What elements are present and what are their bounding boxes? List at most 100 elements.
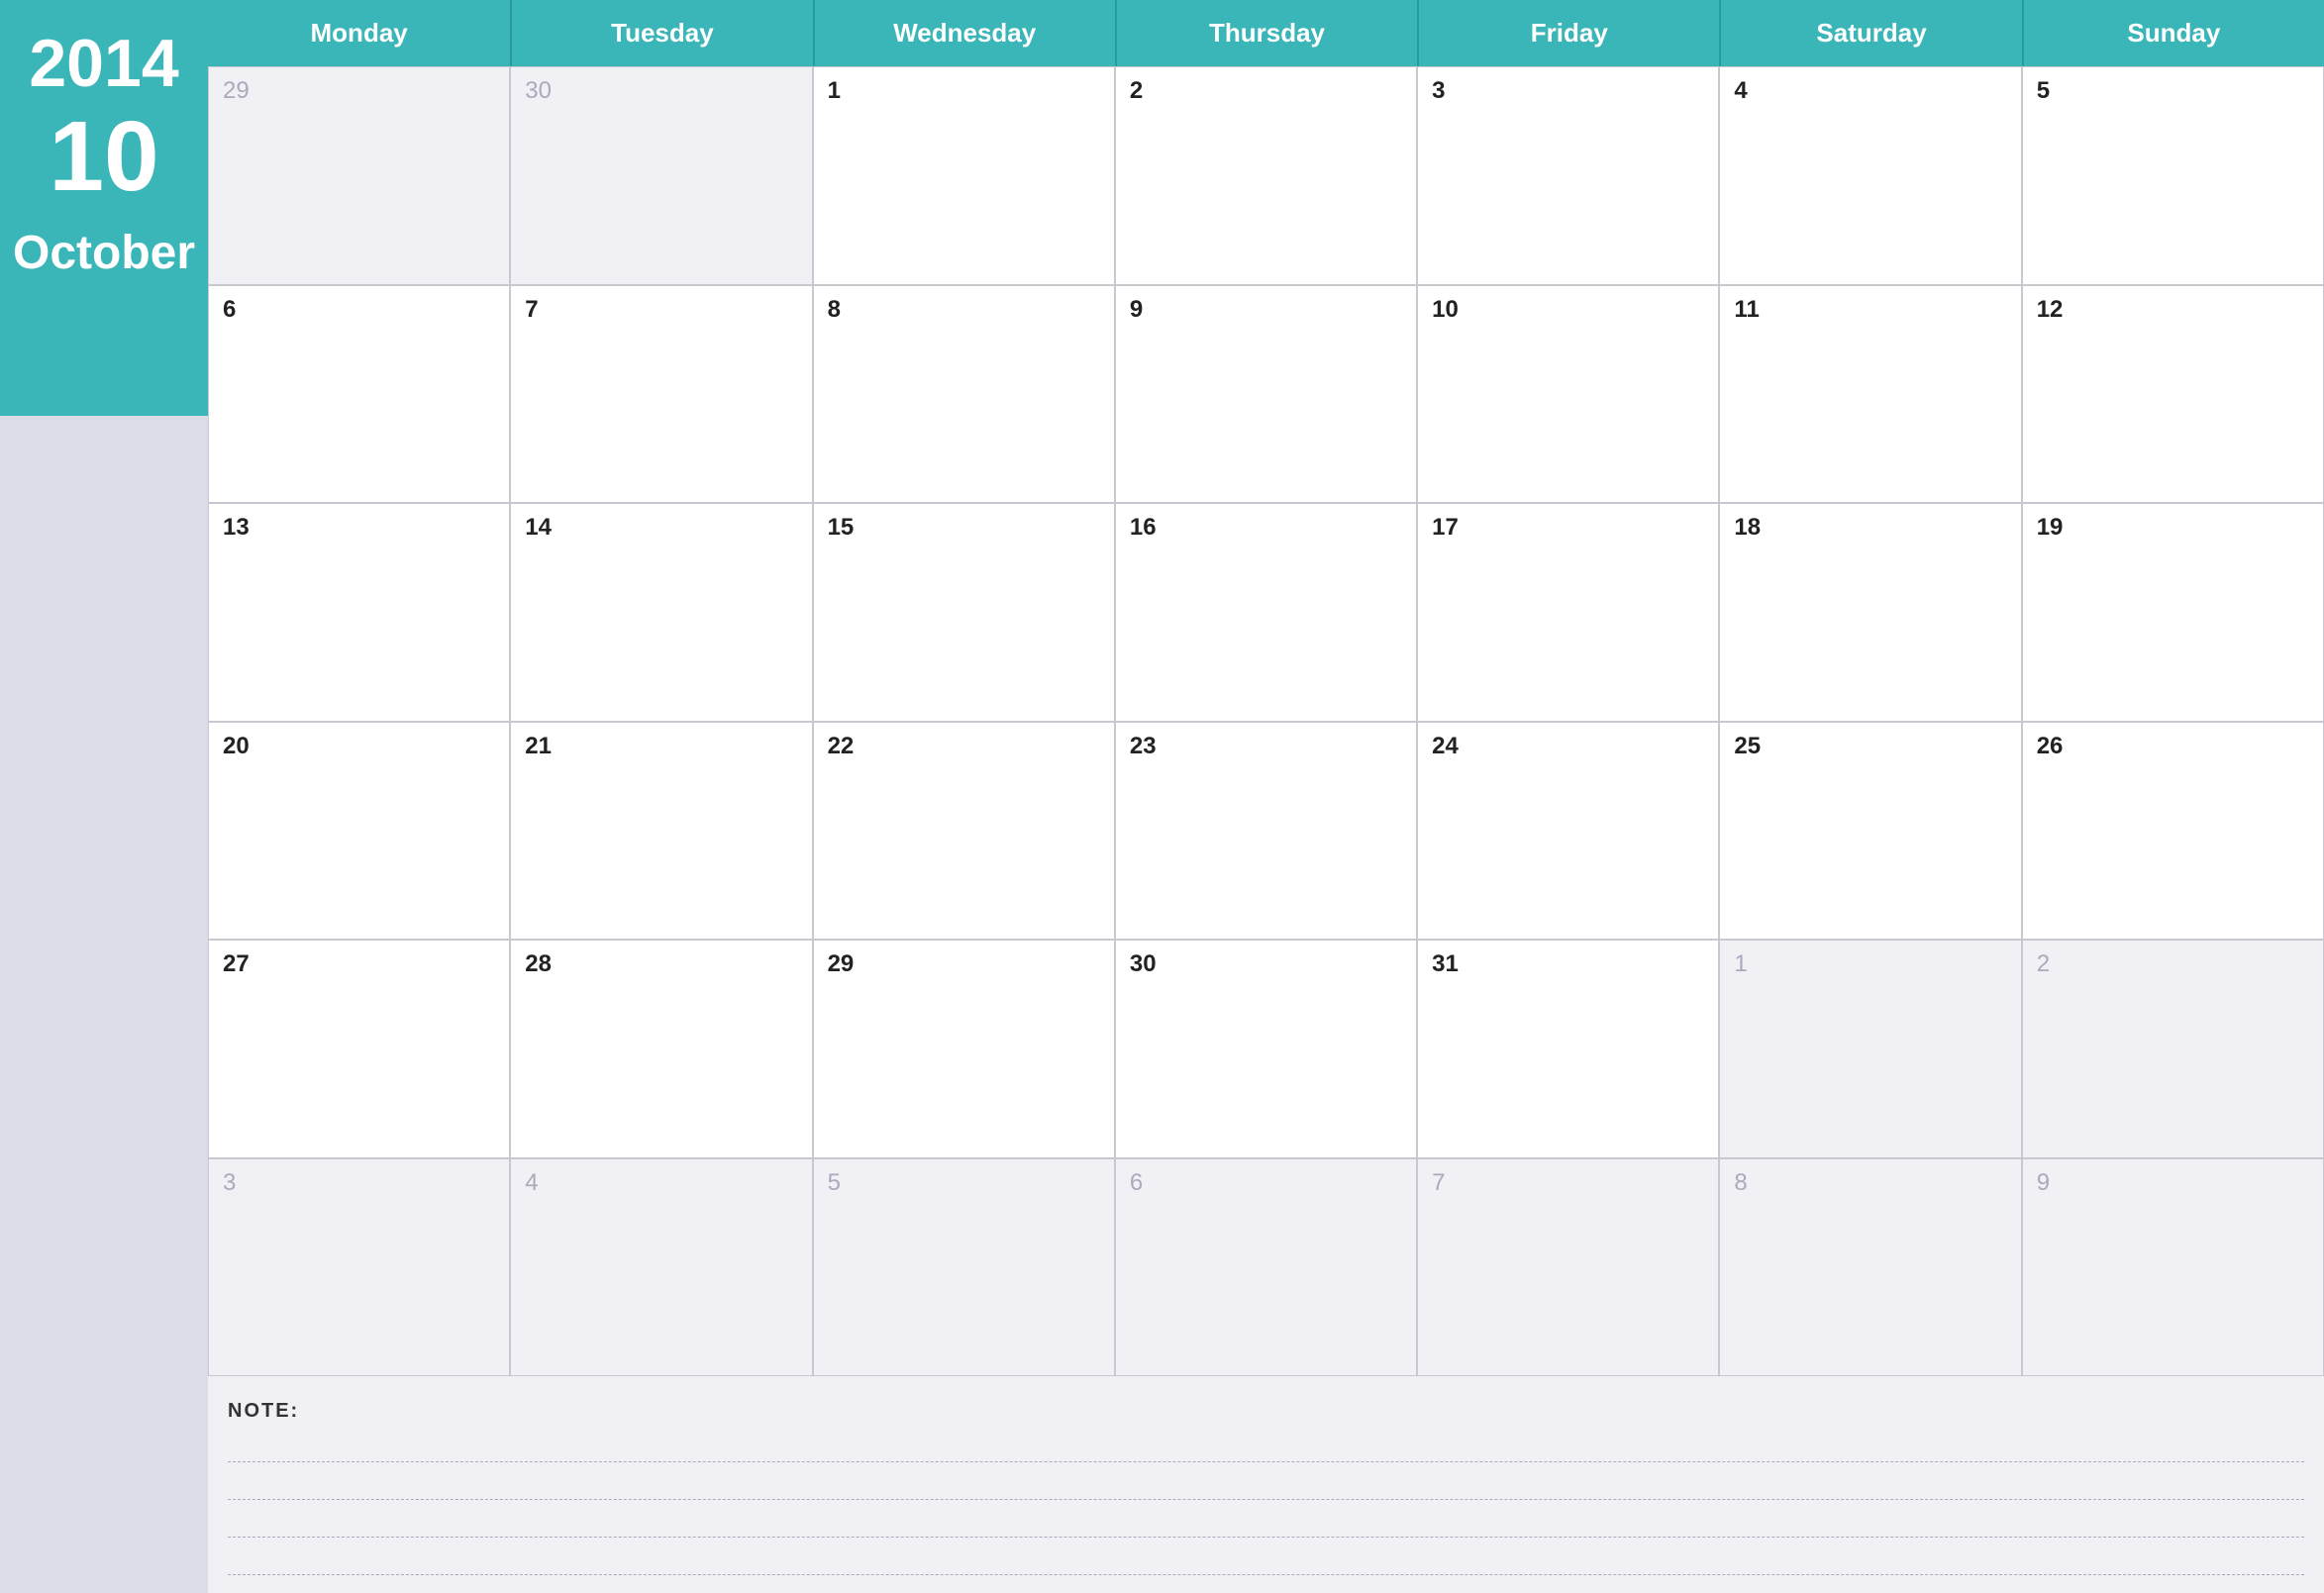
note-line — [228, 1470, 2304, 1500]
day-number: 24 — [1432, 733, 1459, 759]
day-number: 17 — [1432, 514, 1459, 541]
day-number: 14 — [525, 514, 552, 541]
day-number: 2 — [2037, 950, 2050, 977]
header-day-saturday: Saturday — [1719, 0, 2021, 66]
day-cell[interactable]: 27 — [208, 940, 510, 1158]
month-name: October — [13, 226, 195, 280]
day-cell[interactable]: 9 — [1115, 285, 1417, 504]
day-cell[interactable]: 2 — [1115, 66, 1417, 285]
day-cell[interactable]: 5 — [2022, 66, 2324, 285]
day-cell[interactable]: 1 — [1719, 940, 2021, 1158]
note-line — [228, 1545, 2304, 1575]
header-day-thursday: Thursday — [1115, 0, 1417, 66]
day-cell[interactable]: 16 — [1115, 503, 1417, 722]
day-number: 4 — [1734, 77, 1747, 104]
day-number: 29 — [828, 950, 855, 977]
day-cell[interactable]: 8 — [1719, 1158, 2021, 1377]
day-number: 9 — [2037, 1169, 2050, 1196]
day-cell[interactable]: 24 — [1417, 722, 1719, 941]
day-cell[interactable]: 30 — [510, 66, 812, 285]
month-number: 10 — [49, 107, 158, 206]
day-cell[interactable]: 4 — [510, 1158, 812, 1377]
day-cell[interactable]: 28 — [510, 940, 812, 1158]
header-day-tuesday: Tuesday — [510, 0, 812, 66]
day-number: 13 — [223, 514, 250, 541]
day-cell[interactable]: 20 — [208, 722, 510, 941]
day-cell[interactable]: 7 — [1417, 1158, 1719, 1377]
day-number: 25 — [1734, 733, 1761, 759]
day-cell[interactable]: 7 — [510, 285, 812, 504]
day-cell[interactable]: 23 — [1115, 722, 1417, 941]
day-cell[interactable]: 6 — [208, 285, 510, 504]
day-number: 9 — [1130, 296, 1143, 323]
header-day-friday: Friday — [1417, 0, 1719, 66]
day-cell[interactable]: 11 — [1719, 285, 2021, 504]
day-cell[interactable]: 6 — [1115, 1158, 1417, 1377]
year-label: 2014 — [29, 30, 178, 97]
header-day-monday: Monday — [208, 0, 510, 66]
day-cell[interactable]: 25 — [1719, 722, 2021, 941]
day-number: 21 — [525, 733, 552, 759]
day-number: 1 — [1734, 950, 1747, 977]
day-number: 15 — [828, 514, 855, 541]
day-number: 5 — [2037, 77, 2050, 104]
day-number: 1 — [828, 77, 841, 104]
day-cell[interactable]: 2 — [2022, 940, 2324, 1158]
day-number: 23 — [1130, 733, 1157, 759]
day-number: 31 — [1432, 950, 1459, 977]
day-number: 10 — [1432, 296, 1459, 323]
day-number: 27 — [223, 950, 250, 977]
day-cell[interactable]: 5 — [813, 1158, 1115, 1377]
calendar-main: MondayTuesdayWednesdayThursdayFridaySatu… — [208, 0, 2324, 1593]
day-number: 20 — [223, 733, 250, 759]
day-cell[interactable]: 26 — [2022, 722, 2324, 941]
note-line — [228, 1508, 2304, 1538]
day-cell[interactable]: 31 — [1417, 940, 1719, 1158]
day-cell[interactable]: 15 — [813, 503, 1115, 722]
day-number: 22 — [828, 733, 855, 759]
day-cell[interactable]: 9 — [2022, 1158, 2324, 1377]
day-number: 8 — [1734, 1169, 1747, 1196]
day-number: 3 — [1432, 77, 1445, 104]
day-cell[interactable]: 13 — [208, 503, 510, 722]
day-cell[interactable]: 3 — [1417, 66, 1719, 285]
day-cell[interactable]: 21 — [510, 722, 812, 941]
day-number: 4 — [525, 1169, 538, 1196]
day-number: 3 — [223, 1169, 236, 1196]
day-number: 12 — [2037, 296, 2064, 323]
day-number: 16 — [1130, 514, 1157, 541]
notes-section: NOTE: — [208, 1376, 2324, 1593]
day-number: 28 — [525, 950, 552, 977]
day-number: 8 — [828, 296, 841, 323]
day-number: 30 — [1130, 950, 1157, 977]
day-cell[interactable]: 17 — [1417, 503, 1719, 722]
day-cell[interactable]: 22 — [813, 722, 1115, 941]
day-cell[interactable]: 12 — [2022, 285, 2324, 504]
day-number: 2 — [1130, 77, 1143, 104]
day-cell[interactable]: 30 — [1115, 940, 1417, 1158]
day-cell[interactable]: 4 — [1719, 66, 2021, 285]
header-day-wednesday: Wednesday — [813, 0, 1115, 66]
calendar-grid: 2930123456789101112131415161718192021222… — [208, 66, 2324, 1376]
day-number: 6 — [1130, 1169, 1143, 1196]
day-number: 11 — [1734, 296, 1759, 323]
day-number: 5 — [828, 1169, 841, 1196]
sidebar: 2014 10 October — [0, 0, 208, 1593]
day-number: 7 — [525, 296, 538, 323]
day-number: 30 — [525, 77, 552, 104]
header-day-sunday: Sunday — [2022, 0, 2324, 66]
day-cell[interactable]: 29 — [813, 940, 1115, 1158]
day-cell[interactable]: 14 — [510, 503, 812, 722]
calendar-header: MondayTuesdayWednesdayThursdayFridaySatu… — [208, 0, 2324, 66]
day-cell[interactable]: 8 — [813, 285, 1115, 504]
day-cell[interactable]: 10 — [1417, 285, 1719, 504]
note-line — [228, 1433, 2304, 1462]
day-number: 18 — [1734, 514, 1761, 541]
day-cell[interactable]: 19 — [2022, 503, 2324, 722]
notes-label: NOTE: — [228, 1400, 2304, 1423]
day-number: 7 — [1432, 1169, 1445, 1196]
day-cell[interactable]: 3 — [208, 1158, 510, 1377]
day-cell[interactable]: 29 — [208, 66, 510, 285]
day-cell[interactable]: 1 — [813, 66, 1115, 285]
day-cell[interactable]: 18 — [1719, 503, 2021, 722]
